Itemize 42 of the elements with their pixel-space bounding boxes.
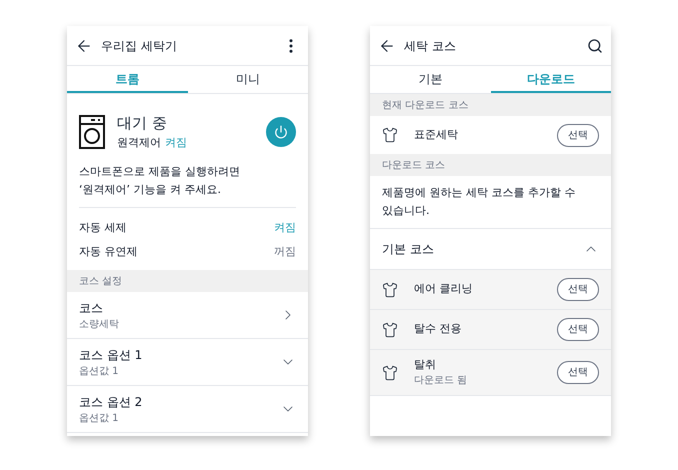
select-button[interactable]: 선택 [557,361,599,384]
setting-subtitle: 옵션값 1 [79,412,120,426]
group-title: 기본 코스 [382,241,435,258]
course-setting-row[interactable]: 코스 옵션 2 옵션값 1 [67,386,308,433]
setting-label: 자동 세제 [79,220,126,236]
remote-hint-text: 스마트폰으로 제품을 실행하려면 ‘원격제어’ 기능을 켜 주세요. [78,164,241,198]
course-setting-row[interactable]: 코스 소량세탁 [67,292,308,339]
setting-subtitle: 옵션값 1 [79,364,120,378]
course-name: 탈취 [414,356,437,373]
course-setting-row[interactable]: 코스 옵션 1 옵션값 1 [67,339,308,386]
course-subtitle: 다운로드 됨 [414,374,468,388]
section-header: 코스 설정 [67,270,308,292]
setting-subtitle: 소량세탁 [79,318,120,332]
power-button[interactable] [266,116,296,146]
select-button[interactable]: 선택 [557,278,599,301]
setting-title: 코스 옵션 2 [79,394,144,410]
setting-label: 자동 유연제 [79,244,138,260]
setting-title: 코스 [79,300,104,316]
description-text: 제품명에 원하는 세탁 코스를 추가할 수 있습니다. [370,176,611,229]
setting-title: 코스 옵션 1 [79,346,144,364]
shirt-icon [382,322,398,338]
remote-status: 켜짐 [165,134,187,150]
course-name: 에어 클리닝 [414,281,474,298]
course-name: 표준세탁 [414,126,459,143]
shirt-icon [382,127,398,143]
setting-value[interactable]: 꺼짐 [274,244,296,260]
shirt-icon [382,364,398,380]
select-button[interactable]: 선택 [557,124,599,146]
remote-label: 원격제어 [117,134,161,150]
shirt-icon [382,282,398,298]
course-name: 탈수 전용 [414,321,462,338]
search-icon[interactable] [587,38,603,54]
tab[interactable]: 기본 [370,66,490,93]
screen-title: 세탁 코스 [404,38,456,54]
tab[interactable]: 미니 [188,66,308,93]
screen-title: 우리집 세탁기 [101,38,177,54]
washing-machine-icon [79,114,105,148]
section-header: 현재 다운로드 코스 [370,94,611,116]
power-icon [274,124,288,138]
status-text: 대기 중 [117,113,168,134]
section-header: 다운로드 코스 [370,154,611,176]
select-button[interactable]: 선택 [557,318,599,341]
